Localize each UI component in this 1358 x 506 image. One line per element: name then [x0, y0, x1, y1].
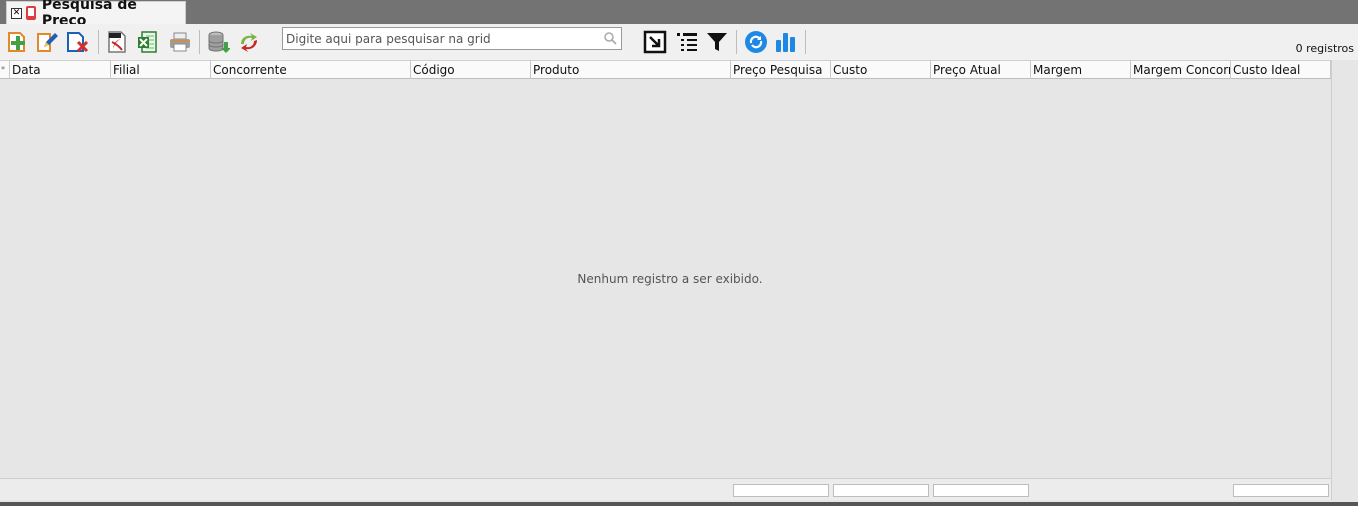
mobile-phone-icon — [25, 6, 36, 20]
bottom-bar — [0, 502, 1358, 506]
recycle-icon — [241, 33, 257, 52]
chart-icon — [776, 33, 795, 52]
expand-button[interactable] — [641, 28, 669, 56]
column-header-preco-atual[interactable]: Preço Atual — [931, 61, 1031, 79]
toolbar-separator — [805, 30, 806, 54]
expand-icon — [643, 30, 667, 54]
refresh-icon — [745, 31, 767, 53]
print-icon — [170, 32, 190, 52]
filter-icon — [707, 33, 727, 51]
summary-custo — [833, 484, 929, 497]
grid-right-border — [1331, 60, 1332, 500]
tab-strip: ✕ Pesquisa de Preco — [0, 0, 1358, 29]
toolbar-separator — [736, 30, 737, 54]
tab-pesquisa-de-preco[interactable]: ✕ Pesquisa de Preco — [6, 0, 186, 29]
grid-header: * Data Filial Concorrente Código Produto… — [0, 60, 1331, 79]
column-header-preco-pesquisa[interactable]: Preço Pesquisa — [731, 61, 831, 79]
column-header-codigo[interactable]: Código — [411, 61, 531, 79]
grid-body: Nenhum registro a ser exibido. — [0, 79, 1331, 478]
add-document-icon — [8, 32, 25, 52]
edit-document-icon — [37, 33, 58, 52]
empty-message: Nenhum registro a ser exibido. — [577, 272, 763, 286]
edit-button[interactable] — [33, 28, 61, 56]
refresh-button[interactable] — [742, 28, 770, 56]
close-icon[interactable]: ✕ — [11, 7, 22, 19]
toolbar-separator — [199, 30, 200, 54]
database-import-icon — [208, 31, 230, 53]
filter-button[interactable] — [703, 28, 731, 56]
search-icon[interactable] — [603, 31, 617, 45]
import-button[interactable] — [204, 28, 232, 56]
toolbar: 0 registros — [0, 24, 1358, 60]
column-header-custo[interactable]: Custo — [831, 61, 931, 79]
column-header-filial[interactable]: Filial — [111, 61, 211, 79]
column-header-data[interactable]: Data — [10, 61, 111, 79]
column-header-margem[interactable]: Margem — [1031, 61, 1131, 79]
column-header-produto[interactable]: Produto — [531, 61, 731, 79]
columns-button[interactable] — [673, 28, 701, 56]
chart-button[interactable] — [773, 28, 801, 56]
excel-export-button[interactable] — [134, 28, 162, 56]
list-columns-icon — [677, 33, 697, 51]
summary-custo-ideal — [1233, 484, 1329, 497]
column-header-custo-ideal[interactable]: Custo Ideal — [1231, 61, 1331, 79]
grid-footer — [0, 478, 1331, 500]
pdf-export-button[interactable] — [103, 28, 131, 56]
toolbar-separator — [98, 30, 99, 54]
row-selector-corner[interactable]: * — [0, 61, 10, 79]
record-count: 0 registros — [1295, 42, 1354, 55]
excel-export-icon — [138, 31, 157, 53]
column-header-concorrente[interactable]: Concorrente — [211, 61, 411, 79]
delete-button[interactable] — [64, 28, 92, 56]
delete-document-icon — [67, 32, 89, 53]
recycle-button[interactable] — [235, 28, 263, 56]
print-button[interactable] — [166, 28, 194, 56]
search-input[interactable] — [283, 28, 593, 49]
grid-search — [282, 27, 622, 50]
summary-preco-atual — [933, 484, 1029, 497]
column-header-margem-concorre[interactable]: Margem Concorre — [1131, 61, 1231, 79]
add-button[interactable] — [3, 28, 31, 56]
pdf-export-icon — [108, 31, 126, 53]
summary-preco-pesquisa — [733, 484, 829, 497]
